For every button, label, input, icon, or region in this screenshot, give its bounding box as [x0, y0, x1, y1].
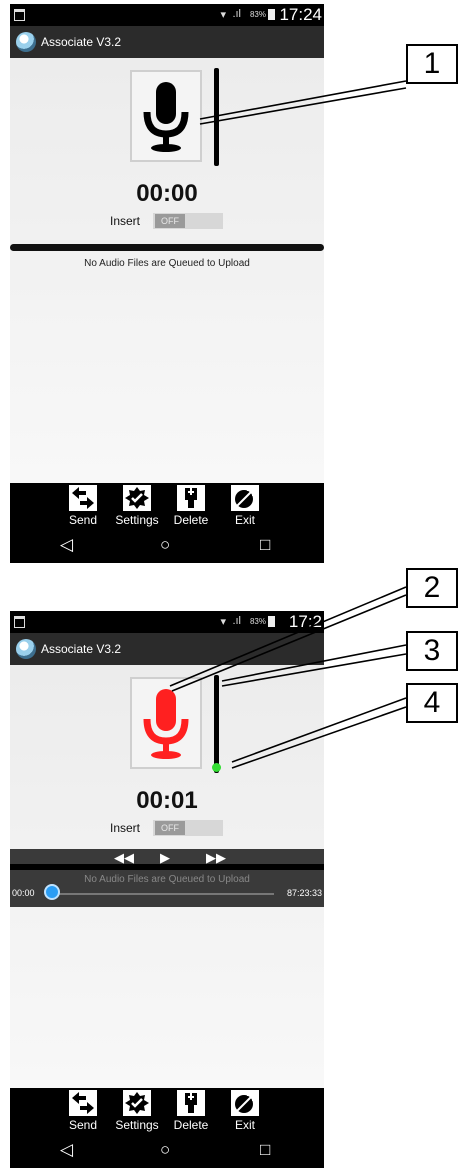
callout-label: 1: [406, 44, 458, 84]
insert-toggle[interactable]: OFF: [153, 213, 223, 229]
insert-label: Insert: [110, 214, 141, 228]
send-button[interactable]: Send: [59, 1090, 107, 1132]
upload-progress-bar: [10, 864, 324, 870]
level-meter: [214, 675, 219, 773]
app-title-bar: Associate V3.2: [10, 633, 324, 665]
queue-message: No Audio Files are Queued to Upload: [84, 874, 250, 885]
send-arrows-icon: [69, 485, 97, 511]
record-button[interactable]: [130, 677, 202, 769]
status-clock: 17:24: [279, 5, 322, 24]
bottom-action-bar: Send Settings Delete Exit ◁ ○ □: [10, 483, 324, 563]
wifi-icon: ▾: [220, 616, 226, 628]
delete-button[interactable]: Delete: [167, 1090, 215, 1132]
bottom-action-bar: Send Settings Delete Exit ◁ ○ □: [10, 1088, 324, 1168]
callout-label: 3: [406, 631, 458, 671]
delete-label: Delete: [173, 513, 209, 527]
level-indicator: [212, 763, 221, 772]
callout-label: 4: [406, 683, 458, 723]
delete-trash-icon: [177, 1090, 205, 1116]
exit-door-icon: [231, 485, 259, 511]
exit-door-icon: [231, 1090, 259, 1116]
android-nav-bar: ◁ ○ □: [10, 533, 324, 561]
microphone-icon: [143, 82, 189, 152]
record-timer: 00:00: [136, 180, 198, 207]
home-nav-icon[interactable]: ○: [160, 1140, 170, 1160]
back-nav-icon[interactable]: ◁: [60, 1140, 73, 1160]
battery-icon: [268, 9, 275, 20]
upload-progress-bar: [10, 244, 324, 251]
send-button[interactable]: Send: [59, 485, 107, 527]
playback-position: 00:00: [12, 888, 35, 898]
playback-duration: 87:23:33: [286, 888, 322, 898]
record-timer: 00:01: [136, 787, 198, 814]
android-nav-bar: ◁ ○ □: [10, 1138, 324, 1166]
status-clock: 17:2: [288, 612, 322, 631]
insert-toggle[interactable]: OFF: [153, 820, 223, 836]
exit-label: Exit: [234, 513, 255, 527]
delete-trash-icon: [177, 485, 205, 511]
exit-button[interactable]: Exit: [221, 1090, 269, 1132]
settings-label: Settings: [115, 1118, 159, 1132]
home-nav-icon[interactable]: ○: [160, 535, 170, 555]
exit-button[interactable]: Exit: [221, 485, 269, 527]
app-title: Associate V3.2: [41, 35, 122, 49]
action-row: Send Settings Delete Exit: [67, 1090, 267, 1136]
app-title: Associate V3.2: [41, 642, 122, 656]
recents-nav-icon[interactable]: □: [260, 1140, 270, 1160]
insert-toggle-state: OFF: [155, 821, 185, 835]
status-bar: ▾ .ıl 83% 17:2: [10, 611, 324, 633]
settings-gear-icon: [123, 1090, 151, 1116]
level-meter: [214, 68, 219, 166]
phone-screen-idle: ▾ .ıl 83% 17:24 Associate V3.2 00:00 Ins…: [10, 4, 324, 567]
recorder-panel: 00:01 Insert OFF ◀◀ ▶ ▶▶ No Audio Files …: [10, 665, 324, 1088]
wifi-icon: ▾: [220, 9, 226, 21]
playback-panel: ◀◀ ▶ ▶▶ No Audio Files are Queued to Upl…: [10, 849, 324, 907]
send-arrows-icon: [69, 1090, 97, 1116]
battery-percent: 83%: [249, 617, 266, 626]
settings-button[interactable]: Settings: [113, 1090, 161, 1132]
delete-label: Delete: [173, 1118, 209, 1132]
app-logo-icon: [16, 32, 36, 52]
status-bar: ▾ .ıl 83% 17:24: [10, 4, 324, 26]
microphone-icon: [143, 689, 189, 759]
signal-icon: .ıl: [232, 8, 241, 20]
action-row: Send Settings Delete Exit: [67, 485, 267, 531]
insert-label: Insert: [110, 821, 141, 835]
insert-toggle-state: OFF: [155, 214, 185, 228]
send-label: Send: [68, 1118, 98, 1132]
seek-bar[interactable]: [50, 893, 274, 895]
phone-screen-recording: ▾ .ıl 83% 17:2 Associate V3.2 00:01 Inse…: [10, 611, 324, 1169]
settings-gear-icon: [123, 485, 151, 511]
settings-button[interactable]: Settings: [113, 485, 161, 527]
callout-label: 2: [406, 568, 458, 608]
delete-button[interactable]: Delete: [167, 485, 215, 527]
recorder-panel: 00:00 Insert OFF No Audio Files are Queu…: [10, 58, 324, 483]
queue-message: No Audio Files are Queued to Upload: [84, 258, 250, 269]
signal-icon: .ıl: [232, 615, 241, 627]
record-button[interactable]: [130, 70, 202, 162]
notification-icon: [14, 616, 25, 628]
notification-icon: [14, 9, 25, 21]
app-logo-icon: [16, 639, 36, 659]
back-nav-icon[interactable]: ◁: [60, 535, 73, 555]
recents-nav-icon[interactable]: □: [260, 535, 270, 555]
app-title-bar: Associate V3.2: [10, 26, 324, 58]
battery-icon: [268, 616, 275, 627]
seek-handle[interactable]: [44, 884, 60, 900]
exit-label: Exit: [234, 1118, 255, 1132]
settings-label: Settings: [115, 513, 159, 527]
battery-percent: 83%: [249, 10, 266, 19]
send-label: Send: [68, 513, 98, 527]
